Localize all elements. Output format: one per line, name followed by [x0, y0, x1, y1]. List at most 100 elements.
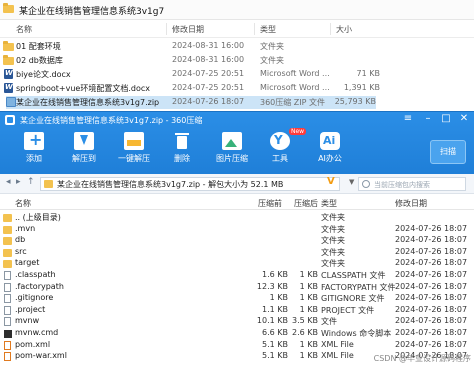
zip-file-type: 文件夹 [321, 247, 345, 257]
zip-file-row[interactable]: target 文件夹 2024-07-26 18:07 [0, 258, 474, 270]
column-date[interactable]: 修改日期 [172, 24, 204, 35]
archive-path[interactable]: 某企业在线销售管理信息系统3v1g7.zip - 解包大小为 52.1 MB [40, 177, 340, 191]
zip-file-name: src [15, 246, 27, 256]
column-size[interactable]: 大小 [336, 24, 352, 35]
ai-office-label: AI办公 [318, 154, 342, 163]
zip-file-name: .factorypath [15, 281, 64, 291]
zip-file-type: 文件夹 [321, 236, 345, 246]
close-icon[interactable]: ✕ [456, 113, 472, 124]
zip-file-compressed-size: 2.6 KB [292, 328, 318, 337]
search-icon [362, 180, 370, 188]
file-name: springboot+vue环境配置文档.docx [16, 84, 150, 93]
column-name[interactable]: 名称 [16, 24, 32, 35]
add-button[interactable]: 添加 [14, 130, 54, 172]
zip-file-size: 1.6 KB [262, 270, 288, 279]
zip-file-row[interactable]: mvnw.cmd 6.6 KB 2.6 KB Windows 命令脚本 2024-07-… [0, 328, 474, 340]
up-icon[interactable]: ↑ [27, 177, 35, 187]
zip-file-row[interactable]: pom.xml 5.1 KB 1 KB XML File 2024-07-26 18:0… [0, 340, 474, 352]
explorer-column-header: 名称 修改日期 类型 大小 [0, 20, 474, 38]
zip-column-header: 名称 压缩前 压缩后 类型 修改日期 [0, 195, 474, 210]
zip-file-type: 文件夹 [321, 224, 345, 234]
zip-file-type: 文件 [321, 317, 337, 327]
delete-button[interactable]: 删除 [162, 132, 202, 172]
zip-file-row[interactable]: .mvn 文件夹 2024-07-26 18:07 [0, 224, 474, 236]
folder-icon [3, 3, 14, 13]
word-doc-icon [4, 69, 13, 79]
archive-search-input[interactable]: 当前压缩包内搜索 [358, 177, 466, 191]
zip-file-size: 1 KB [269, 293, 288, 303]
column-compressed[interactable]: 压缩后 [294, 198, 318, 209]
extract-icon [74, 132, 94, 150]
zip-file-name: .. (上级目录) [15, 213, 61, 222]
column-type[interactable]: 类型 [260, 24, 276, 35]
scan-button[interactable]: 扫描 [430, 140, 466, 164]
zip-file-compressed-size: 1 KB [299, 351, 318, 361]
search-placeholder: 当前压缩包内搜索 [374, 181, 430, 189]
file-type: 文件夹 [260, 56, 284, 65]
zip-file-name: .gitignore [15, 293, 54, 303]
zip-file-date: 2024-07-26 18:07 [395, 339, 468, 349]
column-size[interactable]: 压缩前 [258, 198, 282, 209]
word-doc-icon [4, 83, 13, 93]
column-name[interactable]: 名称 [15, 198, 31, 209]
zip-file-name: mvnw.cmd [15, 328, 59, 337]
v-shield-icon[interactable]: V [327, 176, 341, 190]
zip-file-row[interactable]: .project 1.1 KB 1 KB PROJECT 文件 2024-07-26 1… [0, 305, 474, 317]
zip-file-row[interactable]: .classpath 1.6 KB 1 KB CLASSPATH 文件 2024-07-… [0, 270, 474, 282]
zip-file-row[interactable]: .. (上级目录) 文件夹 [0, 212, 474, 224]
explorer-row[interactable]: biye论文.docx 2024-07-25 20:51 Microsoft W… [0, 68, 380, 81]
tools-button[interactable]: 工具 [260, 132, 300, 172]
zip-file-row[interactable]: mvnw 10.1 KB 3.5 KB 文件 2024-07-26 18:07 [0, 316, 474, 328]
ai-office-button[interactable]: AI办公 [310, 132, 350, 172]
zip-file-row[interactable]: .gitignore 1 KB 1 KB GITIGNORE 文件 2024-07-26… [0, 293, 474, 305]
one-key-extract-button[interactable]: 一键解压 [114, 132, 154, 172]
zip-file-row[interactable]: src 文件夹 2024-07-26 18:07 [0, 247, 474, 259]
folder-icon [3, 248, 12, 257]
zip-file-name: mvnw [15, 316, 40, 326]
watermark: CSDN @毕业设计源码程序 [373, 354, 471, 363]
up-folder-icon [3, 214, 12, 222]
zip-file-compressed-size: 3.5 KB [292, 316, 318, 326]
column-divider[interactable] [254, 23, 255, 35]
zip-file-name: target [15, 258, 40, 268]
file-icon [4, 282, 11, 292]
explorer-row[interactable]: springboot+vue环境配置文档.docx 2024-07-25 20:… [0, 82, 380, 95]
folder-icon [3, 260, 12, 269]
maximize-icon[interactable]: □ [438, 113, 454, 124]
zip-file-row[interactable]: db 文件夹 2024-07-26 18:07 [0, 235, 474, 247]
explorer-row[interactable]: 01 配套环境 2024-08-31 16:00 文件夹 [0, 40, 380, 53]
zip-file-size: 6.6 KB [262, 328, 288, 337]
folder-icon [3, 237, 12, 246]
zip-file-date: 2024-07-26 18:07 [395, 316, 468, 326]
menu-icon[interactable]: ≡ [400, 113, 416, 124]
column-type[interactable]: 类型 [321, 198, 337, 209]
image-compress-button[interactable]: 图片压缩 [212, 132, 252, 172]
file-name: 某企业在线销售管理信息系统3v1g7.zip [16, 98, 160, 107]
file-icon [4, 305, 11, 315]
zip-archive-window: 某企业在线销售管理信息系统3v1g7.zip - 360压缩 ≡ – □ ✕ 添… [0, 111, 474, 366]
image-compress-label: 图片压缩 [216, 154, 248, 163]
back-icon[interactable]: ◂ [6, 177, 11, 187]
column-date[interactable]: 修改日期 [395, 198, 427, 209]
file-name: 02 db数据库 [16, 56, 63, 65]
explorer-row[interactable]: 02 db数据库 2024-08-31 16:00 文件夹 [0, 54, 380, 67]
cmd-icon [4, 330, 12, 338]
app-logo-icon [5, 115, 15, 125]
image-icon [222, 132, 242, 150]
zip-file-size: 12.3 KB [256, 281, 288, 291]
zip-file-type: FACTORYPATH 文件 [321, 282, 396, 292]
zip-file-row[interactable]: .factorypath 12.3 KB 1 KB FACTORYPATH 文件 202… [0, 282, 474, 294]
extract-to-button[interactable]: 解压到 [64, 132, 104, 172]
folder-icon [3, 225, 12, 234]
zip-file-name: pom.xml [15, 339, 51, 349]
zip-icon [6, 97, 16, 107]
file-icon [4, 317, 11, 327]
chevron-down-icon[interactable]: ▼ [349, 178, 354, 186]
zip-file-date: 2024-07-26 18:07 [395, 246, 468, 256]
minimize-icon[interactable]: – [420, 113, 436, 124]
column-divider[interactable] [330, 23, 331, 35]
explorer-row-selected[interactable]: 某企业在线销售管理信息系统3v1g7.zip 2024-07-26 18:07 … [6, 96, 376, 109]
zip-file-name: .classpath [15, 270, 56, 279]
column-divider[interactable] [166, 23, 167, 35]
forward-icon[interactable]: ▸ [16, 177, 21, 187]
